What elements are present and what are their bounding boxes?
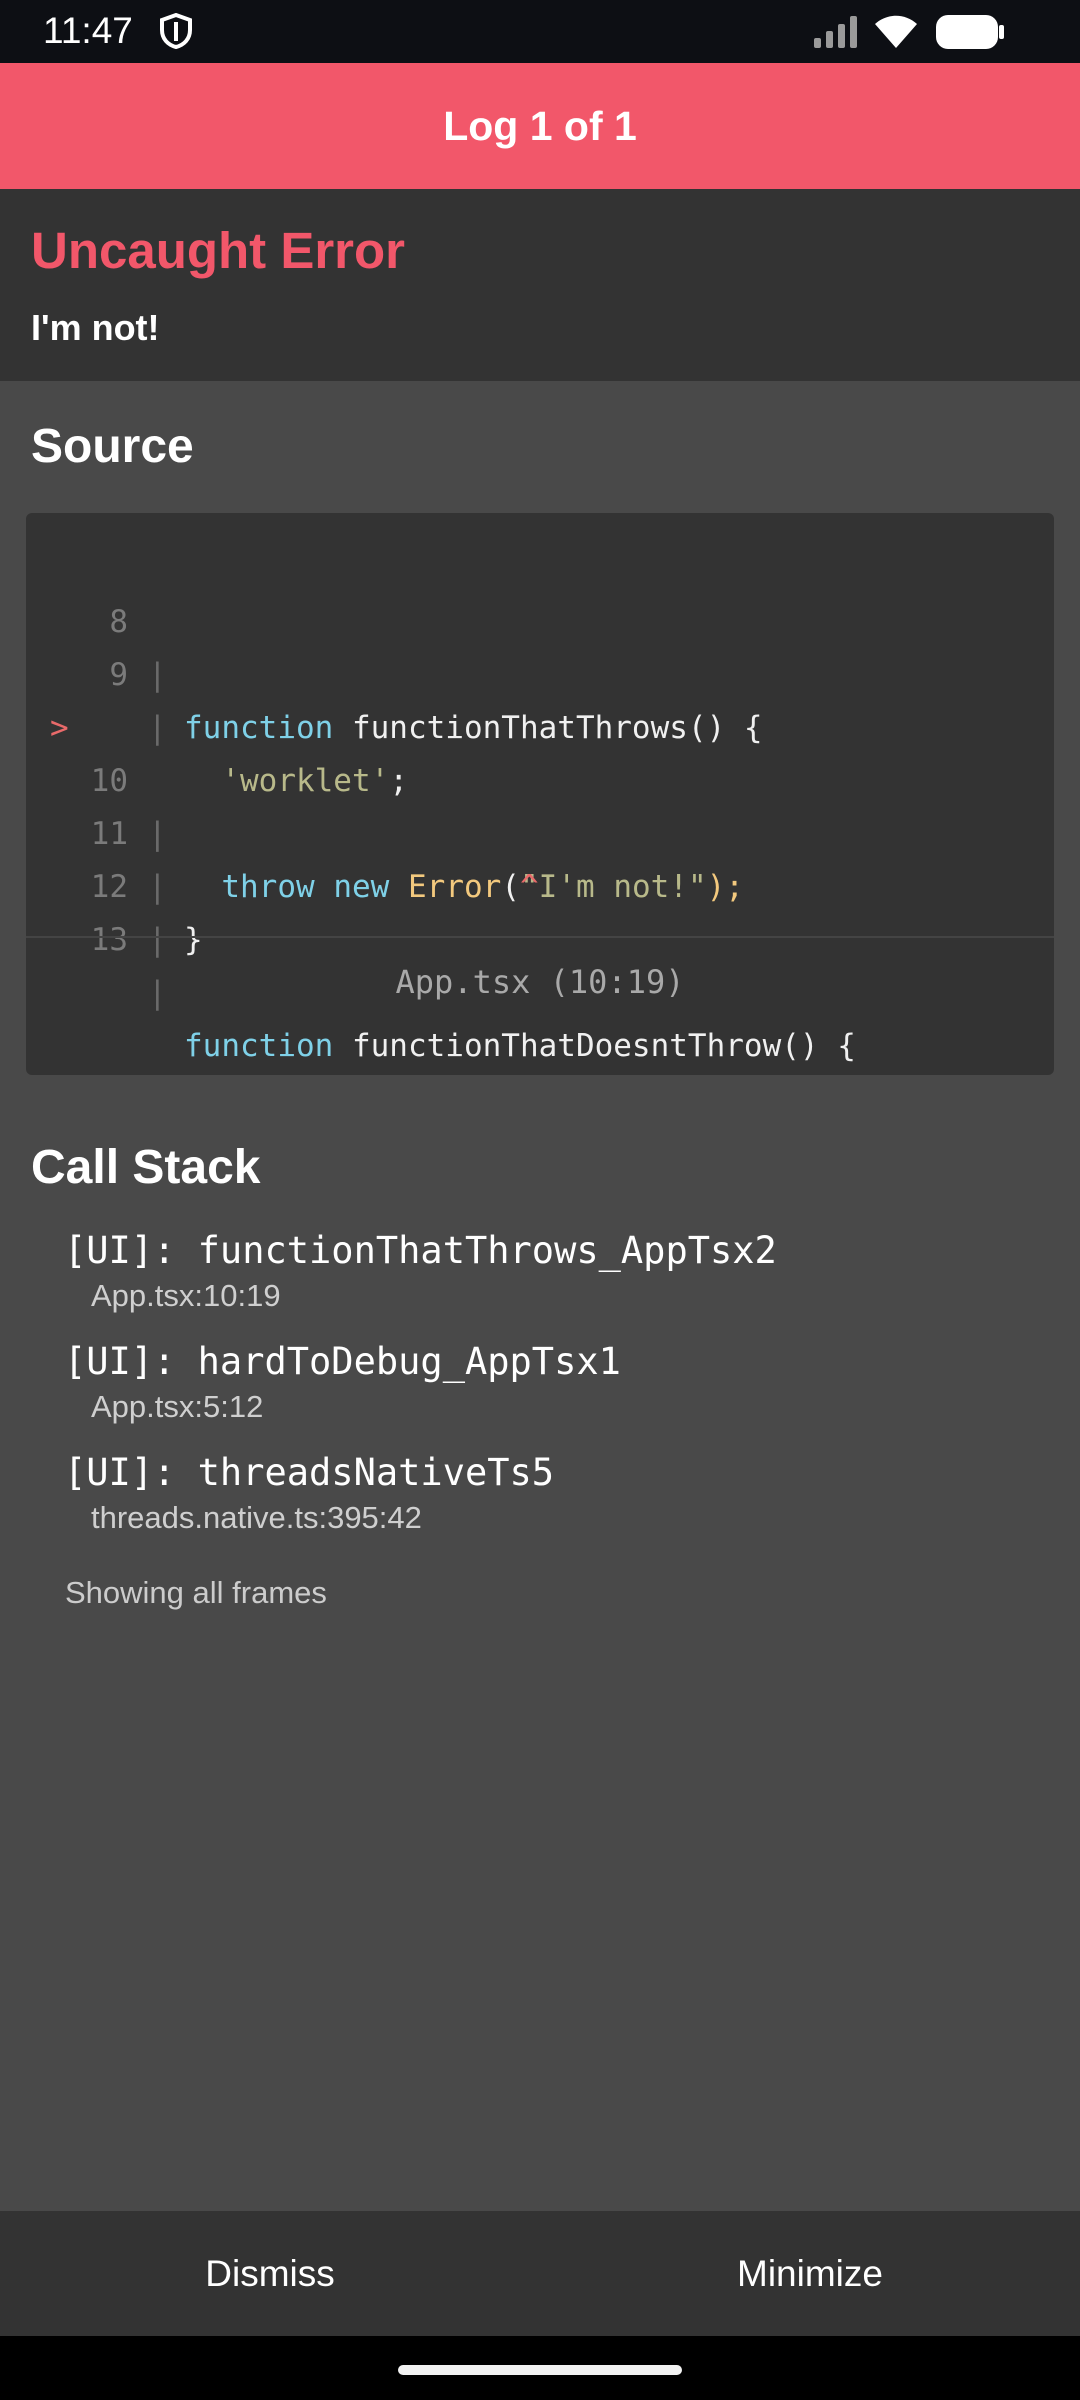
dismiss-button[interactable]: Dismiss bbox=[0, 2211, 540, 2336]
code-frame[interactable]: 8 | function functionThatThrows() { 9 | … bbox=[26, 513, 1054, 1075]
bottom-action-bar: Dismiss Minimize bbox=[0, 2211, 1080, 2336]
status-bar: 11:47 bbox=[0, 0, 1080, 63]
log-header: Log 1 of 1 bbox=[0, 63, 1080, 189]
code-line: 12 | bbox=[26, 808, 1054, 958]
status-time: 11:47 bbox=[43, 10, 133, 51]
code-lines: 8 | function functionThatThrows() { 9 | … bbox=[26, 543, 1054, 1064]
gutter-bar: | bbox=[148, 922, 167, 958]
log-counter-title: Log 1 of 1 bbox=[443, 102, 637, 149]
signal-icon bbox=[812, 14, 862, 55]
stack-frame-name: [UI]: functionThatThrows_AppTsx2 bbox=[64, 1229, 777, 1272]
code-text: function functionThatDoesntThrow() { bbox=[184, 1028, 856, 1064]
stack-frame[interactable]: [UI]: hardToDebug_AppTsx1 App.tsx:5:12 bbox=[64, 1340, 621, 1425]
stack-frame-name: [UI]: threadsNativeTs5 bbox=[64, 1451, 555, 1494]
error-section: Uncaught Error I'm not! bbox=[0, 189, 1080, 381]
call-stack-heading: Call Stack bbox=[31, 1141, 261, 1194]
stack-frame-name: [UI]: hardToDebug_AppTsx1 bbox=[64, 1340, 621, 1383]
wifi-icon bbox=[873, 12, 919, 55]
battery-icon bbox=[935, 14, 1005, 55]
source-heading: Source bbox=[31, 420, 194, 473]
show-frames-toggle[interactable]: Showing all frames bbox=[65, 1575, 327, 1611]
code-line: 11 | } bbox=[26, 755, 1054, 958]
code-line: 9 | 'worklet'; bbox=[26, 596, 1054, 799]
error-title: Uncaught Error bbox=[31, 222, 406, 279]
line-number: 13 bbox=[90, 922, 128, 958]
code-line: 8 | function functionThatThrows() { bbox=[26, 543, 1054, 746]
error-message: I'm not! bbox=[31, 307, 160, 348]
stack-frame[interactable]: [UI]: functionThatThrows_AppTsx2 App.tsx… bbox=[64, 1229, 777, 1314]
stack-frame-location: App.tsx:10:19 bbox=[91, 1278, 281, 1313]
source-file-reference[interactable]: App.tsx (10:19) bbox=[26, 963, 1054, 1001]
stack-frame-location: threads.native.ts:395:42 bbox=[91, 1500, 422, 1535]
home-indicator[interactable] bbox=[398, 2365, 682, 2375]
stack-frame-location: App.tsx:5:12 bbox=[91, 1389, 264, 1424]
minimize-button[interactable]: Minimize bbox=[540, 2211, 1080, 2336]
code-line: 13 | function functionThatDoesntThrow() … bbox=[26, 861, 1054, 1064]
shield-icon bbox=[159, 12, 193, 54]
stack-frame[interactable]: [UI]: threadsNativeTs5 threads.native.ts… bbox=[64, 1451, 554, 1536]
code-text: } bbox=[184, 922, 203, 958]
code-divider bbox=[26, 936, 1054, 938]
code-line-error: > 10 | throw new Error("I'm not!"); bbox=[26, 649, 1054, 905]
code-line-caret: | ^ bbox=[26, 702, 1054, 905]
